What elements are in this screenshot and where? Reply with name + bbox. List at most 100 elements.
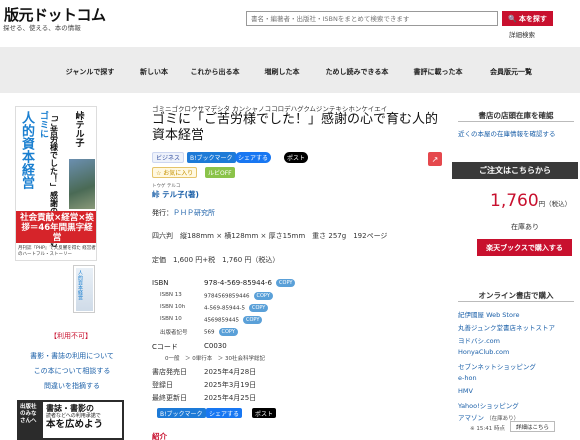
amazon-time-note: ※ 15:41 時点 — [470, 426, 505, 432]
banner-right: 書誌・書影の 読者などへの利用承諾で 本を広めよう — [43, 402, 122, 438]
hatena-bookmark-button-bottom[interactable]: B!ブックマーク — [157, 408, 206, 418]
divider — [458, 301, 574, 302]
store-link-ehon[interactable]: e-hon — [458, 374, 477, 382]
isbn-row: 978-4-569-85944-6 COPY — [204, 279, 296, 287]
report-error-link[interactable]: 問違いを指摘する — [44, 381, 100, 391]
hatena-bookmark-button[interactable]: B!ブックマーク — [187, 152, 236, 163]
cover-gomi: ゴミに — [38, 111, 48, 138]
copy-button[interactable]: COPY — [253, 292, 273, 300]
pubcode-label: 出版者記号 — [160, 330, 188, 336]
facebook-share-button[interactable]: シェアする — [235, 152, 272, 163]
share-icon[interactable]: ↗ — [428, 152, 442, 166]
favorite-button[interactable]: ☆ お気に入り — [152, 167, 198, 178]
cover-thumbnail[interactable]: 人的資本経営 — [73, 265, 95, 313]
store-link-yahoo[interactable]: Yahoo!ショッピング — [458, 400, 519, 410]
publisher-row: 発行：ＰＨＰ研究所 — [152, 208, 215, 218]
cover-author: 峠テル子 — [73, 111, 84, 147]
consult-link[interactable]: この本について相談する — [34, 366, 111, 376]
facebook-share-button-bottom[interactable]: シェアする — [206, 408, 243, 418]
order-price-value: 1,760 — [490, 191, 539, 211]
genre-tag[interactable]: ビジネス — [152, 152, 185, 163]
isbn10-label: ISBN 10 — [160, 316, 182, 322]
banner-left-text: 出版社 のみなさんへ — [20, 404, 37, 424]
ccode-breakdown: 0一般 ＞ 0単行本 ＞ 30社会科学総記 — [165, 356, 265, 362]
store-link-seven-net[interactable]: セブンネットショッピング — [458, 361, 536, 371]
nav-reviewed[interactable]: 書評に載った本 — [414, 67, 463, 77]
main-nav: ジャンルで探す 新しい本 これから出る本 増刷した本 ためし読みできる本 書評に… — [0, 47, 580, 93]
release-date-label: 書店発売日 — [152, 368, 187, 376]
amazon-detail-button[interactable]: 詳細はこちら — [510, 421, 555, 432]
cover-photo — [69, 159, 95, 209]
search-icon: 🔍 — [508, 14, 517, 23]
release-date-value: 2025年4月28日 — [204, 368, 257, 376]
ruby-toggle[interactable]: ルビOFF — [205, 167, 235, 178]
intro-heading: 紹介 — [152, 432, 167, 440]
stock-check-link[interactable]: 近くの本屋の在庫情報を確認する — [458, 128, 556, 138]
thumbnail-text: 人的資本経営 — [77, 270, 83, 300]
site-tagline: 探せる、使える、本の情報 — [3, 24, 81, 32]
copy-button[interactable]: COPY — [276, 279, 296, 287]
ccode-label: Cコード — [152, 343, 178, 351]
isbn10h-value: 4-569-85944-5 — [204, 305, 245, 312]
divider — [458, 121, 574, 122]
book-price: 定価 1,600 円+税 1,760 円（税込） — [152, 256, 280, 264]
pubcode-value: 569 — [204, 329, 215, 336]
cover-band-text: 社会貢献×経営×挨拶＝46年間黒字経営 — [20, 213, 94, 243]
copy-button[interactable]: COPY — [248, 304, 269, 312]
search-button-label: 本を探す — [518, 14, 547, 23]
publisher-link[interactable]: ＰＨＰ研究所 — [173, 209, 215, 217]
book-size: 四六判 縦188mm × 横128mm × 厚さ15mm 重さ 257g 192… — [152, 232, 388, 240]
online-stores-title: オンライン書店で購入 — [478, 291, 554, 300]
stock-check-title: 書店の店頭在庫を確認 — [478, 111, 554, 120]
store-link-honyaclub[interactable]: HonyaClub.com — [458, 348, 509, 356]
updated-date-label: 最終更新日 — [152, 394, 187, 402]
store-link-hmv[interactable]: HMV — [458, 387, 473, 395]
registered-date-value: 2025年3月19日 — [204, 381, 257, 389]
search-input[interactable] — [246, 11, 498, 26]
store-link-yodobashi[interactable]: ヨドバシ.com — [458, 335, 500, 345]
x-post-button-bottom[interactable]: ポスト — [252, 408, 277, 418]
order-price: 1,760円（税込） — [490, 191, 571, 211]
cover-usage-link[interactable]: 書影・書誌の利用について — [30, 351, 114, 361]
nav-preview[interactable]: ためし読みできる本 — [326, 67, 389, 77]
isbn10-value: 4569859445 — [204, 317, 239, 324]
amazon-label[interactable]: アマゾン — [458, 414, 484, 422]
isbn13-value: 9784569859446 — [204, 293, 250, 300]
publisher-banner[interactable]: 出版社 のみなさんへ 書誌・書影の 読者などへの利用承諾で 本を広めよう — [17, 400, 124, 440]
isbn10h-label: ISBN 10h — [160, 304, 186, 310]
nav-upcoming[interactable]: これから出る本 — [191, 67, 240, 77]
nav-reprint[interactable]: 増刷した本 — [265, 67, 300, 77]
nav-genre[interactable]: ジャンルで探す — [66, 67, 115, 77]
copy-button[interactable]: COPY — [218, 328, 238, 336]
book-title: ゴミに「ご苦労様でした！」感謝の心で育む人的資本経営 — [152, 112, 439, 143]
isbn10-row: 4569859445 COPY — [204, 316, 263, 324]
publisher-label: 発行： — [152, 209, 173, 217]
pubcode-row: 569 COPY — [204, 328, 238, 336]
order-price-suffix: 円（税込） — [538, 200, 572, 208]
cover-big-title: 人的資本経営 — [19, 111, 34, 189]
ccode-value: C0030 — [204, 342, 227, 350]
copy-button[interactable]: COPY — [243, 316, 263, 324]
banner-line1: 書誌・書影の — [46, 404, 94, 413]
book-cover[interactable]: 人的資本経営 ゴミに 「ご苦労様でした！」感謝の心で育む 峠テル子 社会貢献×経… — [15, 106, 97, 261]
isbn-value: 978-4-569-85944-6 — [204, 279, 273, 287]
isbn-label: ISBN — [152, 279, 169, 287]
nav-publishers[interactable]: 会員版元一覧 — [490, 67, 532, 77]
stock-status: 在庫あり — [511, 223, 539, 231]
usage-status: 【利用不可】 — [50, 332, 92, 340]
store-link-maruzen[interactable]: 丸善ジュンク堂書店ネットストア — [458, 322, 555, 332]
isbn13-label: ISBN 13 — [160, 292, 182, 298]
store-link-kinokuniya[interactable]: 紀伊國屋 Web Store — [458, 309, 519, 319]
rakuten-buy-button[interactable]: 楽天ブックスで購入する — [477, 239, 572, 256]
order-header: ご注文はこちらから — [452, 162, 578, 179]
author-link[interactable]: 峠 テル子(著) — [152, 189, 199, 200]
cover-band-sub: 月刊誌『PHP』で大反響を得た 経営者のハートフル・ストーリー — [18, 246, 96, 257]
advanced-search-link[interactable]: 詳細検索 — [509, 29, 535, 39]
x-post-button[interactable]: ポスト — [284, 152, 309, 163]
nav-new[interactable]: 新しい本 — [140, 67, 168, 77]
search-button[interactable]: 🔍 本を探す — [502, 11, 553, 26]
isbn10h-row: 4-569-85944-5 COPY — [204, 304, 269, 312]
banner-line3: 本を広めよう — [46, 419, 104, 430]
isbn13-row: 9784569859446 COPY — [204, 292, 273, 300]
registered-date-label: 登録日 — [152, 381, 173, 389]
